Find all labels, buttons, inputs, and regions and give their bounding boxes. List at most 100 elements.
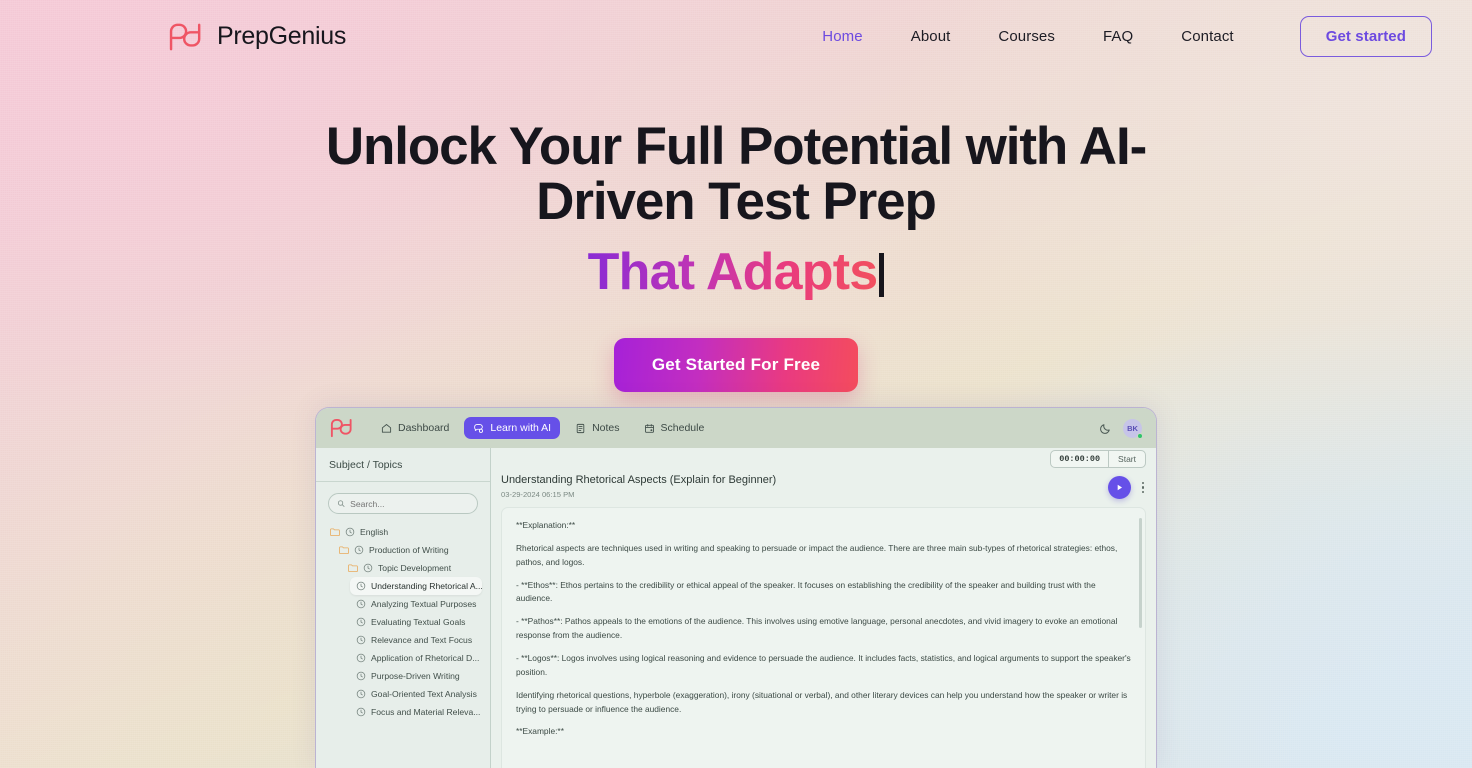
- folder-icon: [348, 564, 358, 572]
- tree-item-analyzing-textual-purposes[interactable]: Analyzing Textual Purposes: [350, 595, 482, 613]
- tree-item-label: Evaluating Textual Goals: [371, 617, 466, 627]
- clock-icon: [356, 671, 366, 681]
- tree-item-label: Analyzing Textual Purposes: [371, 599, 477, 609]
- clock-icon: [356, 653, 366, 663]
- tree-item-relevance-and-text-focus[interactable]: Relevance and Text Focus: [350, 631, 482, 649]
- search-icon: [337, 500, 345, 507]
- tree-item-label: Application of Rhetorical D...: [371, 653, 480, 663]
- pg-monogram-icon[interactable]: [330, 418, 355, 438]
- app-nav-label: Notes: [592, 422, 620, 434]
- moon-icon[interactable]: [1099, 422, 1112, 435]
- app-nav: Dashboard Learn with AI Notes Schedule: [372, 417, 713, 439]
- site-navbar: PrepGenius Home About Courses FAQ Contac…: [0, 0, 1472, 73]
- avatar-initials: BK: [1127, 423, 1138, 433]
- tree-item-label: Goal-Oriented Text Analysis: [371, 689, 477, 699]
- clock-icon: [356, 635, 366, 645]
- tree-item-understanding-rhetorical-aspects[interactable]: Understanding Rhetorical A...: [350, 577, 483, 595]
- notes-icon: [576, 423, 585, 433]
- clock-icon: [354, 545, 364, 555]
- kebab-menu-icon[interactable]: [1140, 480, 1147, 496]
- nav-link-home[interactable]: Home: [798, 18, 886, 55]
- tree-item-goal-oriented-text-analysis[interactable]: Goal-Oriented Text Analysis: [350, 685, 482, 703]
- tree-item-label: Relevance and Text Focus: [371, 635, 473, 645]
- document-paragraph: Identifying rhetorical questions, hyperb…: [516, 689, 1128, 714]
- avatar[interactable]: BK: [1123, 418, 1143, 439]
- landing-page: PrepGenius Home About Courses FAQ Contac…: [0, 0, 1472, 768]
- timer-start-button[interactable]: Start: [1108, 451, 1145, 467]
- app-nav-label: Dashboard: [398, 422, 450, 434]
- nav-links: Home About Courses FAQ Contact Get start…: [798, 16, 1432, 57]
- nav-link-faq[interactable]: FAQ: [1079, 18, 1157, 55]
- folder-icon: [330, 528, 340, 536]
- app-nav-label: Schedule: [660, 422, 705, 434]
- tree-item-label: Understanding Rhetorical A...: [371, 581, 483, 591]
- document-title: Understanding Rhetorical Aspects (Explai…: [501, 474, 777, 486]
- sidebar-search[interactable]: [328, 493, 478, 514]
- brand-logo-link[interactable]: PrepGenius: [168, 22, 346, 52]
- app-nav-dashboard[interactable]: Dashboard: [372, 417, 458, 439]
- document-paragraph: **Explanation:**: [516, 520, 576, 530]
- hero-accent-line: That Adapts: [0, 229, 1472, 302]
- tree-item-focus-and-material-relevance[interactable]: Focus and Material Releva...: [350, 703, 482, 721]
- ai-chat-icon: [474, 423, 484, 433]
- app-nav-schedule[interactable]: Schedule: [635, 417, 714, 439]
- document-timestamp: 03-29-2024 06:15 PM: [501, 490, 575, 499]
- document-paragraph: Rhetorical aspects are techniques used i…: [516, 542, 1118, 567]
- document-paragraph: - **Pathos**: Pathos appeals to the emot…: [516, 616, 1118, 641]
- online-status-dot: [1137, 432, 1143, 439]
- hero-section: Unlock Your Full Potential with AI-Drive…: [0, 117, 1472, 393]
- sidebar-header: Subject / Topics: [316, 448, 490, 482]
- tree-item-label: Topic Development: [378, 563, 452, 573]
- tree-item-label: English: [360, 527, 389, 537]
- nav-link-contact[interactable]: Contact: [1157, 18, 1257, 55]
- app-sidebar: Subject / Topics English: [316, 448, 491, 768]
- play-button[interactable]: [1107, 476, 1131, 499]
- document-paragraph: - **Ethos**: Ethos pertains to the credi…: [516, 579, 1096, 604]
- play-icon: [1117, 484, 1122, 491]
- tree-item-label: Production of Writing: [369, 545, 449, 555]
- nav-link-about[interactable]: About: [887, 18, 975, 55]
- document-actions: [1107, 474, 1147, 499]
- calendar-icon: [644, 423, 654, 433]
- clock-icon: [356, 689, 366, 699]
- clock-icon: [356, 599, 366, 609]
- document-paragraph: - **Logos**: Logos involves using logica…: [516, 653, 1131, 677]
- tree-item-purpose-driven-writing[interactable]: Purpose-Driven Writing: [350, 667, 482, 685]
- hero-headline: Unlock Your Full Potential with AI-Drive…: [325, 117, 1147, 231]
- get-started-button[interactable]: Get started: [1299, 16, 1432, 57]
- clock-icon: [356, 707, 366, 717]
- tree-item-application-of-rhetorical-devices[interactable]: Application of Rhetorical D...: [350, 649, 482, 667]
- app-main-pane: 00:00:00 Start Understanding Rhetorical …: [491, 448, 1156, 768]
- app-nav-learn-with-ai[interactable]: Learn with AI: [464, 417, 561, 439]
- search-input[interactable]: [350, 498, 469, 509]
- tree-item-label: Purpose-Driven Writing: [371, 671, 460, 681]
- document-content: **Explanation:** Rhetorical aspects are …: [501, 507, 1146, 768]
- tree-item-evaluating-textual-goals[interactable]: Evaluating Textual Goals: [350, 613, 482, 631]
- topic-tree: English Production of Writing Topic Deve…: [316, 523, 490, 721]
- app-body: Subject / Topics English: [316, 448, 1156, 768]
- app-preview-window: Dashboard Learn with AI Notes Schedule B…: [315, 407, 1157, 768]
- document-scrollbar[interactable]: [1139, 518, 1142, 628]
- document-paragraph: **Example:**: [516, 726, 564, 737]
- folder-icon: [339, 546, 349, 554]
- tree-item-production-of-writing[interactable]: Production of Writing: [333, 541, 482, 559]
- clock-icon: [356, 617, 366, 627]
- clock-icon: [345, 527, 355, 537]
- tree-item-english[interactable]: English: [324, 523, 482, 541]
- app-topbar: Dashboard Learn with AI Notes Schedule B…: [316, 408, 1156, 448]
- nav-link-courses[interactable]: Courses: [974, 18, 1079, 55]
- hero-cta-button[interactable]: Get Started For Free: [613, 338, 859, 393]
- timer-bar: 00:00:00 Start: [491, 448, 1156, 470]
- clock-icon: [363, 563, 373, 573]
- clock-icon: [356, 581, 366, 591]
- brand-name: PrepGenius: [217, 22, 347, 50]
- home-icon: [381, 423, 392, 433]
- timer-value: 00:00:00: [1059, 454, 1101, 464]
- pg-monogram-icon: [169, 23, 201, 50]
- app-topbar-actions: BK: [1099, 418, 1143, 439]
- typing-caret: [879, 253, 885, 298]
- document-header: Understanding Rhetorical Aspects (Explai…: [491, 470, 1156, 507]
- app-nav-notes[interactable]: Notes: [566, 417, 628, 439]
- study-timer: 00:00:00 Start: [1050, 450, 1146, 468]
- tree-item-topic-development[interactable]: Topic Development: [342, 559, 482, 577]
